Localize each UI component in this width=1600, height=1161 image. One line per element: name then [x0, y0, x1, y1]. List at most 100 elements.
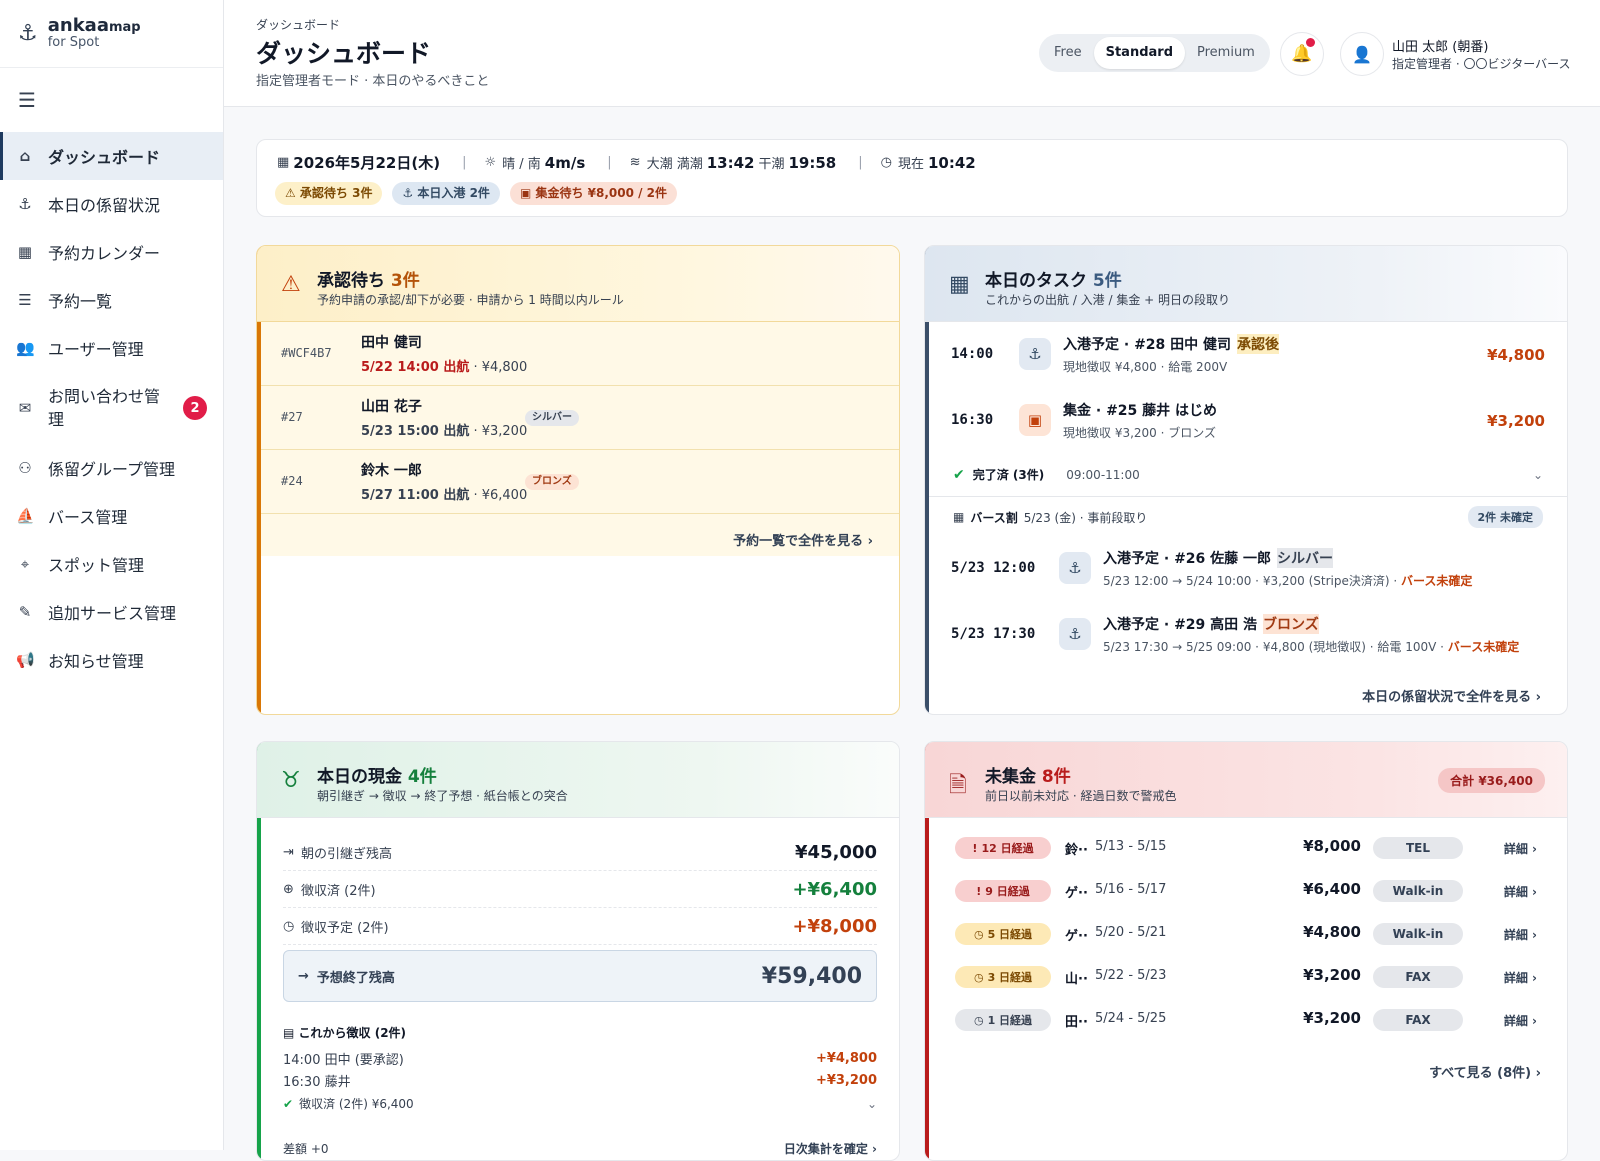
task-title: 入港予定 · #29 高田 浩ブロンズ: [1103, 614, 1319, 634]
departure-time: 5/22 14:00 出航: [361, 360, 470, 375]
sidebar-item-10[interactable]: 📢 お知らせ管理: [0, 636, 223, 684]
alert-icon: !: [976, 884, 982, 898]
wind-speed: 4m/s: [544, 153, 586, 172]
unpaid-row[interactable]: ! 12 日経過 鈴·· 5/13 - 5/15 ¥8,000 TEL 詳細 ›: [929, 826, 1567, 869]
unpaid-amount: ¥6,400: [1303, 880, 1361, 898]
task-row[interactable]: 14:00 ⚓ 入港予定 · #28 田中 健司 承認後 現地徴収 ¥4,800 · 給…: [929, 322, 1567, 386]
task-detail-text: 5/23 17:30 → 5/25 09:00 · ¥4,800 (現地徴収) …: [1103, 640, 1448, 654]
task-row[interactable]: 5/23 17:30 ⚓ 入港予定 · #29 高田 浩ブロンズ 5/23 17:30…: [929, 602, 1567, 666]
reservation-id: #27: [281, 410, 303, 424]
unpaid-row[interactable]: ◷ 5 日経過 ゲ·· 5/20 - 5/21 ¥4,800 Walk-in 詳細 ›: [929, 912, 1567, 955]
cash-row: ⊕ 徴収済 (2件) +¥6,400: [283, 871, 877, 908]
login-icon: ⇥: [283, 844, 294, 860]
clock-icon: ◷: [973, 970, 984, 984]
days-overdue-text: 9 日経過: [985, 885, 1030, 898]
task-detail: 現地徴収 ¥4,800 · 給電 200V: [1063, 358, 1227, 375]
sidebar-nav: ⌂ ダッシュボード ⚓ 本日の係留状況 ▦ 予約カレンダー ☰ 予約一覧 👥 ユーザー管理 ✉ お問い…: [0, 132, 223, 684]
user-name[interactable]: 山田 太郎 (朝番): [1392, 36, 1488, 55]
page-title: ダッシュボード: [256, 39, 432, 68]
applicant-name: 山田 花子: [361, 399, 422, 415]
customer-name: ゲ··: [1065, 886, 1088, 901]
task-title: 集金 · #25 藤井 はじめ: [1063, 400, 1217, 420]
approvals-see-all-link[interactable]: 予約一覧で全件を見る ›: [733, 530, 873, 549]
sidebar-item-1[interactable]: ⚓ 本日の係留状況: [0, 180, 223, 228]
menu-toggle-icon[interactable]: ☰: [0, 68, 223, 132]
detail-link[interactable]: 詳細 ›: [1504, 1012, 1537, 1029]
unpaid-row[interactable]: ! 9 日経過 ゲ·· 5/16 - 5/17 ¥6,400 Walk-in 詳細 ›: [929, 869, 1567, 912]
task-title: 入港予定 · #28 田中 健司 承認後: [1063, 334, 1280, 354]
collect-title: これから徴収 (2件): [298, 1026, 407, 1040]
unread-badge: 2: [183, 396, 207, 420]
detail-link[interactable]: 詳細 ›: [1504, 883, 1537, 900]
sidebar-item-6[interactable]: ⚇ 係留グループ管理: [0, 444, 223, 492]
approval-row[interactable]: #24 鈴木 一郎 5/27 11:00 出航 · ¥6,400 ブロンズ: [261, 450, 899, 514]
cash-icon: ▣: [1019, 404, 1051, 436]
task-detail: 5/23 12:00 → 5/24 10:00 · ¥3,200 (Stripe…: [1103, 572, 1472, 589]
collect-value: +¥3,200: [815, 1072, 877, 1088]
confirm-daily-link[interactable]: 日次集計を確定 ›: [784, 1140, 877, 1157]
berth-assignment-header: ▦ バース割 5/23 (金) · 事前段取り 2件 未確定: [953, 506, 1543, 528]
plan-option-free[interactable]: Free: [1042, 37, 1094, 69]
sidebar-item-3[interactable]: ☰ 予約一覧: [0, 276, 223, 324]
megaphone-icon: 📢: [16, 651, 35, 669]
task-tag: シルバー: [1277, 548, 1334, 568]
chip-today-arrivals[interactable]: ⚓ 本日入港 2件: [392, 182, 500, 205]
cash-subtitle: 朝引継ぎ → 徴収 → 終了予想 · 紙台帳との突合: [317, 789, 568, 803]
brand-name: ankaa: [47, 15, 109, 37]
sidebar-item-label: バース管理: [48, 508, 128, 527]
task-detail: 現地徴収 ¥3,200 · ブロンズ: [1063, 424, 1216, 441]
approvals-card: ⚠ 承認待ち 3件 予約申請の承認/却下が必要 · 申請から 1 時間以内ルール…: [256, 245, 900, 715]
chip-pending-collection[interactable]: ▣ 集金待ち ¥8,000 / 2件: [509, 182, 678, 205]
avatar[interactable]: 👤: [1340, 32, 1384, 76]
approvals-count: 3件: [390, 271, 420, 291]
clock-icon: ◷: [973, 1013, 984, 1027]
task-time: 5/23 17:30: [951, 626, 1036, 642]
tasks-see-all-link[interactable]: 本日の係留状況で全件を見る ›: [1362, 686, 1541, 705]
breadcrumb[interactable]: ダッシュボード: [256, 16, 340, 33]
anchor-logo-icon: ⚓: [18, 21, 38, 46]
task-detail-text: 現地徴収 ¥3,200 · ブロンズ: [1063, 426, 1217, 440]
plus-circle-icon: ⊕: [283, 881, 294, 897]
low-tide-label: 干潮: [758, 157, 785, 172]
approval-row[interactable]: #27 山田 花子 5/23 15:00 出航 · ¥3,200 シルバー: [261, 386, 899, 450]
task-title-text: 入港予定 · #26 佐藤 一郎: [1103, 551, 1272, 567]
collect-row: 14:00 田中 (要承認) +¥4,800: [283, 1047, 877, 1069]
sidebar-item-5[interactable]: ✉ お問い合わせ管理 2: [0, 372, 223, 444]
detail-link[interactable]: 詳細 ›: [1504, 969, 1537, 986]
detail-link[interactable]: 詳細 ›: [1504, 840, 1537, 857]
unpaid-amount: ¥8,000: [1303, 837, 1361, 855]
sidebar-item-4[interactable]: 👥 ユーザー管理: [0, 324, 223, 372]
chip-pending-approvals[interactable]: ⚠ 承認待ち 3件: [275, 182, 383, 205]
sidebar-item-8[interactable]: ⌖ スポット管理: [0, 540, 223, 588]
current-time: 10:42: [927, 153, 976, 172]
sidebar-item-0[interactable]: ⌂ ダッシュボード: [0, 132, 223, 180]
price: · ¥6,400: [469, 488, 528, 503]
days-overdue-text: 1 日経過: [987, 1014, 1033, 1027]
completed-toggle[interactable]: ✔ 完了済 (3件) 09:00-11:00 ⌄: [953, 466, 1543, 483]
sidebar-item-7[interactable]: ⛵ バース管理: [0, 492, 223, 540]
days-overdue-badge: ◷ 5 日経過: [955, 923, 1051, 945]
unpaid-row[interactable]: ◷ 1 日経過 田·· 5/24 - 5/25 ¥3,200 FAX 詳細 ›: [929, 998, 1567, 1041]
notification-button[interactable]: 🔔: [1280, 32, 1324, 76]
berth-warning: バース未確定: [1401, 574, 1473, 588]
low-tide: 19:58: [788, 153, 837, 172]
alert-icon: !: [972, 841, 978, 855]
task-time: 14:00: [951, 346, 994, 362]
task-row[interactable]: 5/23 12:00 ⚓ 入港予定 · #26 佐藤 一郎 シルバー 5/23 12:0…: [929, 536, 1567, 600]
anchor-icon: ⚓: [1059, 552, 1091, 584]
sidebar-item-9[interactable]: ✎ 追加サービス管理: [0, 588, 223, 636]
sidebar-item-2[interactable]: ▦ 予約カレンダー: [0, 228, 223, 276]
plan-option-standard[interactable]: Standard: [1093, 37, 1185, 69]
approval-row[interactable]: #WCF4B7 田中 健司 5/22 14:00 出航 · ¥4,800: [261, 322, 899, 386]
departure-info: 5/23 15:00 出航 · ¥3,200: [361, 420, 527, 439]
forecast-label: 予想終了残高: [316, 970, 395, 986]
unpaid-row[interactable]: ◷ 3 日経過 山·· 5/22 - 5/23 ¥3,200 FAX 詳細 ›: [929, 955, 1567, 998]
plan-option-premium[interactable]: Premium: [1185, 37, 1267, 69]
unpaid-see-all-link[interactable]: すべて見る (8件) ›: [1429, 1062, 1541, 1081]
task-row[interactable]: 16:30 ▣ 集金 · #25 藤井 はじめ 現地徴収 ¥3,200 · ブロンズ ¥…: [929, 388, 1567, 452]
collected-toggle[interactable]: ✔ 徴収済 (2件) ¥6,400 ⌄: [283, 1095, 877, 1112]
chevron-down-icon: ⌄: [866, 1096, 877, 1111]
logo[interactable]: ⚓ ankaamap for Spot: [0, 0, 223, 68]
days-overdue-text: 5 日経過: [987, 928, 1033, 941]
detail-link[interactable]: 詳細 ›: [1504, 926, 1537, 943]
